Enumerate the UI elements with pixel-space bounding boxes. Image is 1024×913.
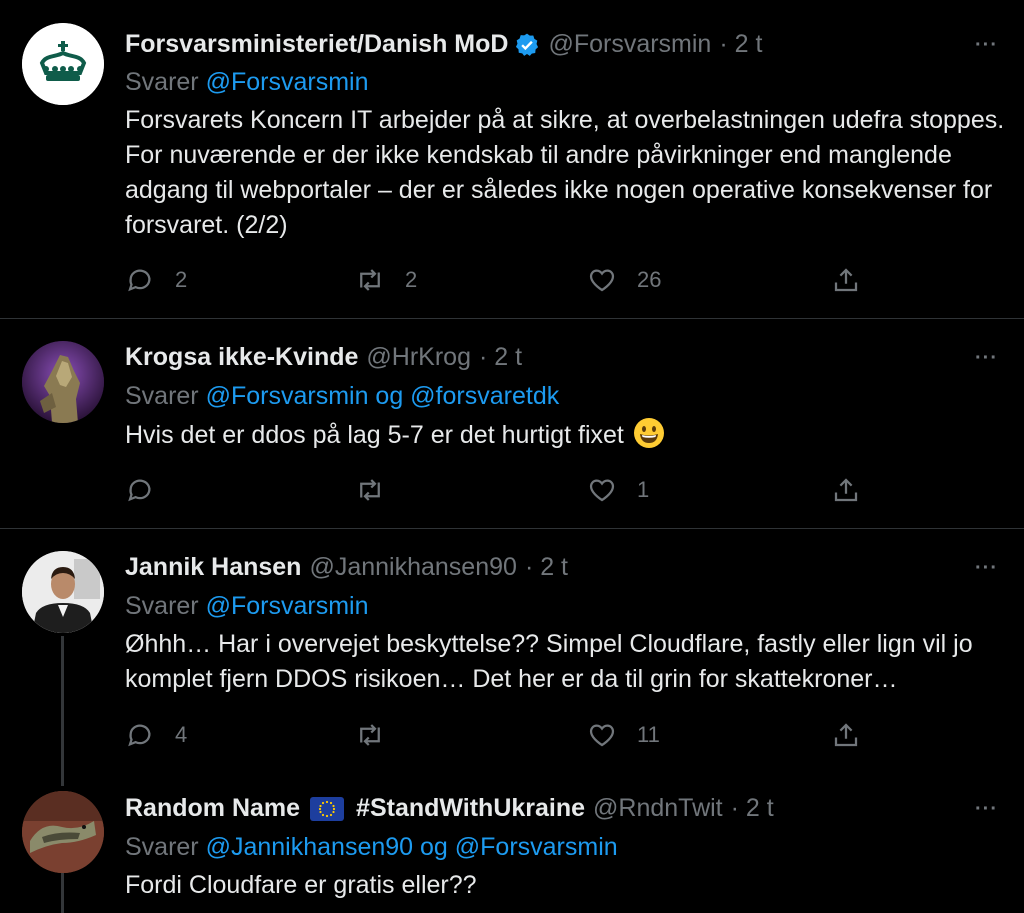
tweet-header: Random Name #StandWithUkraine @RndnTwit … [125,794,774,823]
display-name[interactable]: Random Name [125,794,300,823]
handle[interactable]: @HrKrog [366,343,471,372]
verified-badge-icon [516,33,539,56]
display-name-suffix[interactable]: #StandWithUkraine [356,794,585,823]
reply-icon [128,479,151,502]
eu-flag-icon [310,796,345,821]
display-name[interactable]: Jannik Hansen [125,553,301,582]
tweet-header: Forsvarsministeriet/Danish MoD @Forsvars… [125,30,762,59]
tweet[interactable]: Random Name #StandWithUkraine @RndnTwit … [0,770,1024,913]
retweet-count: 2 [405,267,418,292]
share-icon [834,723,858,747]
avatar[interactable] [22,341,104,423]
reply-context: Svarer @Jannikhansen90 og @Forsvarsmin [125,833,618,862]
tweet-text: Forsvarets Koncern IT arbejder på at sik… [125,106,1005,239]
tweet-header: Jannik Hansen @Jannikhansen90 · 2 t [125,553,568,582]
tweet-text-container: Hvis det er ddos på lag 5-7 er det hurti… [125,417,1005,453]
more-options-button[interactable]: ··· [975,557,998,580]
crown-logo-icon [22,23,104,105]
avatar-photo-icon [22,341,104,423]
reply-prefix: Svarer [125,592,199,620]
retweet-button[interactable]: 2 [355,263,417,297]
reply-button[interactable] [125,473,175,507]
reply-to-link[interactable]: @Forsvarsmin og @forsvaretdk [206,382,560,410]
tweet-header: Krogsa ikke-Kvinde @HrKrog · 2 t [125,343,522,372]
retweet-icon [360,479,380,501]
retweet-icon [360,724,380,746]
like-count: 11 [637,722,660,747]
reply-count: 2 [175,267,188,292]
share-button[interactable] [831,473,861,507]
tweet-text: Fordi Cloudfare er gratis eller?? [125,871,477,899]
reply-context: Svarer @Forsvarsmin og @forsvaretdk [125,382,559,411]
reply-context: Svarer @Forsvarsmin [125,592,368,621]
like-button[interactable]: 26 [587,263,661,297]
retweet-button[interactable] [355,718,405,752]
share-button[interactable] [831,263,861,297]
share-icon [834,478,858,502]
tweet[interactable]: Krogsa ikke-Kvinde @HrKrog · 2 t ··· Sva… [0,319,1024,528]
timestamp[interactable]: · 2 t [525,553,568,582]
like-count: 26 [637,267,662,292]
tweet-text: Hvis det er ddos på lag 5-7 er det hurti… [125,421,624,449]
reply-icon [128,269,151,292]
reply-to-link[interactable]: @Forsvarsmin [206,592,369,620]
handle[interactable]: @Forsvarsmin [548,30,711,59]
heart-icon [589,269,615,292]
more-options-button[interactable]: ··· [975,798,998,821]
timestamp[interactable]: · 2 t [719,30,762,59]
like-button[interactable]: 11 [587,718,660,752]
reply-count: 4 [175,722,188,747]
reply-prefix: Svarer [125,382,199,410]
avatar-photo-icon [22,551,104,633]
more-options-button[interactable]: ··· [975,347,998,370]
handle[interactable]: @Jannikhansen90 [309,553,516,582]
timestamp[interactable]: · 2 t [479,343,522,372]
display-name[interactable]: Forsvarsministeriet/Danish MoD [125,30,508,59]
avatar-photo-icon [22,791,104,873]
avatar[interactable] [22,23,104,105]
heart-icon [589,479,615,502]
heart-icon [589,724,615,747]
grinning-face-emoji-icon [633,418,664,448]
like-button[interactable]: 1 [587,473,649,507]
share-icon [834,268,858,292]
tweet-text: Øhhh… Har i overvejet beskyttelse?? Simp… [125,630,973,693]
retweet-button[interactable] [355,473,405,507]
avatar[interactable] [22,551,104,633]
timestamp[interactable]: · 2 t [731,794,774,823]
avatar[interactable] [22,791,104,873]
reply-prefix: Svarer [125,68,199,96]
retweet-icon [360,269,380,291]
reply-button[interactable]: 4 [125,718,187,752]
display-name[interactable]: Krogsa ikke-Kvinde [125,343,358,372]
share-button[interactable] [831,718,861,752]
like-count: 1 [637,477,650,502]
handle[interactable]: @RndnTwit [593,794,723,823]
reply-button[interactable]: 2 [125,263,187,297]
reply-context: Svarer @Forsvarsmin [125,68,368,97]
reply-prefix: Svarer [125,833,199,861]
reply-icon [128,724,151,747]
tweet[interactable]: Forsvarsministeriet/Danish MoD @Forsvars… [0,0,1024,318]
reply-to-link[interactable]: @Jannikhansen90 og @Forsvarsmin [206,833,618,861]
tweet[interactable]: Jannik Hansen @Jannikhansen90 · 2 t ··· … [0,529,1024,779]
reply-to-link[interactable]: @Forsvarsmin [206,68,369,96]
more-options-button[interactable]: ··· [975,34,998,57]
